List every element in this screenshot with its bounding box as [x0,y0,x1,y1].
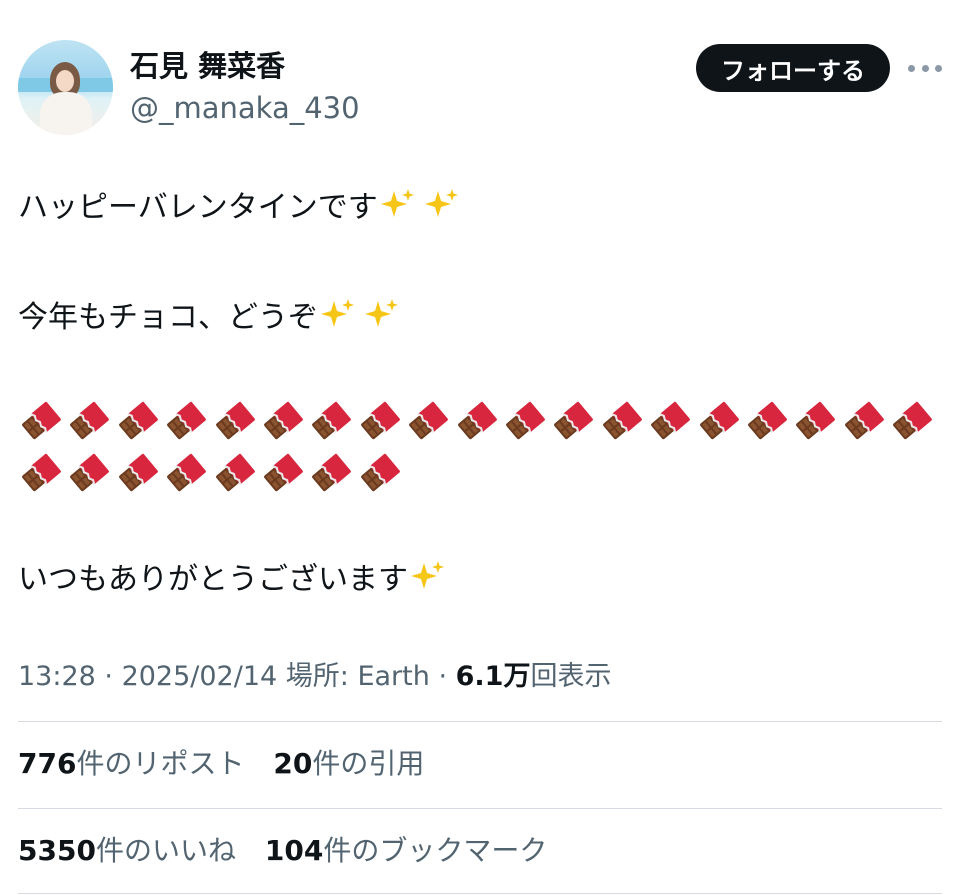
chocolate-bar-icon [748,401,787,440]
tweet-date[interactable]: 2025/02/14 [122,661,278,692]
display-name[interactable]: 石見 舞菜香 [130,46,360,86]
chocolate-bar-icon [699,401,739,440]
chocolate-bar-icon [360,401,400,440]
chocolate-bar-icon [651,401,691,440]
divider [18,808,942,809]
chocolate-bar-icon [22,453,61,492]
bookmarks-count: 104 [264,834,324,867]
meta-separator: · [429,661,456,692]
quotes-count: 20 [273,747,313,780]
chocolate-bar-icon [312,453,352,492]
chocolate-bar-icon [602,401,642,440]
chocolate-bar-icon [264,401,303,440]
chocolate-bar-icon [312,401,352,440]
bookmarks-stat[interactable]: 104件のブックマーク [265,829,547,873]
sparkles-icon [321,299,354,327]
follow-button[interactable]: フォローする [696,44,890,92]
chocolate-bar-icon [844,401,884,440]
tweet-meta: 13:28 · 2025/02/14 場所: Earth · 6.1万回表示 [18,655,611,699]
tweet-line-text: いつもありがとうございます [18,562,408,597]
likes-stat[interactable]: 5350件のいいね [18,829,236,873]
sparkles-icon [424,189,458,217]
likes-label: 件のいいね [95,834,236,867]
reposts-stat[interactable]: 776件のリポスト [18,742,244,786]
chocolate-bar-icon [70,453,110,492]
chocolate-bar-icon [360,453,400,492]
quotes-label: 件の引用 [312,747,425,780]
bookmarks-label: 件のブックマーク [323,834,548,867]
tweet-location: 場所: Earth [277,661,430,692]
views-count: 6.1万 [455,661,531,692]
quotes-stat[interactable]: 20件の引用 [273,742,424,786]
tweet-line-text: 今年もチョコ、どうぞ [18,300,318,335]
divider [18,893,942,894]
tweet-line: 今年もチョコ、どうぞ [18,296,406,340]
chocolate-bar-icon [506,401,545,440]
reposts-count: 776 [18,747,77,780]
tweet-line-text: ハッピーバレンタインです [18,190,378,225]
chocolate-bar-icon [167,453,207,492]
user-handle[interactable]: @_manaka_430 [130,88,360,128]
tweet-line: ハッピーバレンタインです [18,186,466,230]
user-names: 石見 舞菜香 @_manaka_430 [130,46,360,128]
chocolate-bar-icon [409,401,449,440]
views-label: 回表示 [530,661,612,692]
chocolate-bar-icon [167,401,207,440]
chocolate-bar-icon [554,401,594,440]
tweet-time[interactable]: 13:28 [18,661,96,692]
likes-count: 5350 [18,834,96,867]
sparkles-icon [411,561,444,589]
chocolate-bar-icon [893,401,933,440]
chocolate-bar-icon [118,453,158,492]
chocolate-bar-icon [22,401,61,440]
stats-row-reposts: 776件のリポスト 20件の引用 [18,742,444,786]
avatar[interactable] [18,40,113,135]
tweet-header: 石見 舞菜香 @_manaka_430 フォローする [18,40,942,136]
sparkles-icon [380,189,414,217]
chocolate-bar-icon [457,401,497,440]
more-icon[interactable] [908,62,942,74]
divider [18,721,942,722]
chocolate-bar-icon [70,401,110,440]
reposts-label: 件のリポスト [76,747,245,780]
chocolate-bar-icon [215,401,255,440]
chocolate-bar-icon [215,453,255,492]
meta-separator: · [95,661,122,692]
chocolate-bar-icon [264,453,303,492]
sparkles-icon [365,299,398,327]
chocolate-bar-icon [796,401,836,440]
stats-row-likes: 5350件のいいね 104件のブックマーク [18,829,567,873]
tweet-line: いつもありがとうございます [18,558,452,602]
chocolate-bar-icon [118,401,158,440]
